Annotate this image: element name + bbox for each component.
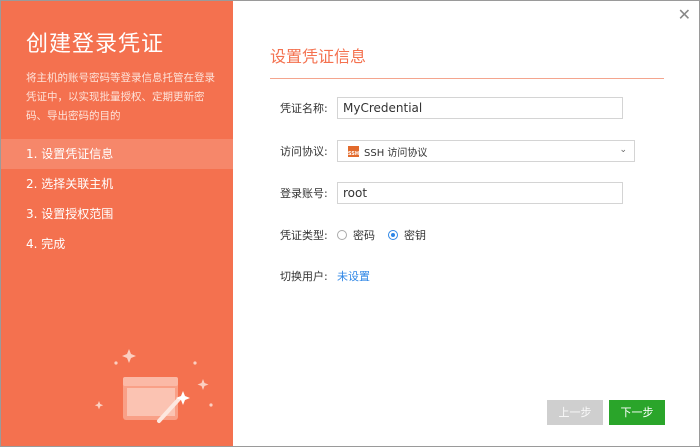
step-4[interactable]: 4. 完成 — [1, 229, 233, 259]
wizard-main: ✕ 设置凭证信息 凭证名称: MyCredential 访问协议: SSH SS… — [233, 1, 699, 446]
next-button[interactable]: 下一步 — [609, 400, 665, 425]
sidebar-title: 创建登录凭证 — [26, 32, 165, 57]
create-credential-dialog: 创建登录凭证 将主机的账号密码等登录信息托管在登录凭证中，以实现批量授权、定期更… — [0, 0, 700, 447]
protocol-select[interactable]: SSH SSH 访问协议 ⌄ — [337, 140, 635, 162]
radio-checked-icon — [388, 230, 398, 240]
step-1[interactable]: 1. 设置凭证信息 — [1, 139, 233, 169]
type-password-radio[interactable]: 密码 — [337, 227, 375, 243]
section-divider — [270, 78, 664, 79]
protocol-label: 访问协议: — [280, 145, 328, 158]
step-2[interactable]: 2. 选择关联主机 — [1, 169, 233, 199]
switch-user-row: 切换用户: 未设置 — [280, 265, 370, 287]
close-icon[interactable]: ✕ — [678, 5, 691, 24]
prev-button[interactable]: 上一步 — [547, 400, 603, 425]
sidebar-description: 将主机的账号密码等登录信息托管在登录凭证中，以实现批量授权、定期更新密码、导出密… — [26, 72, 215, 122]
credential-name-input[interactable]: MyCredential — [337, 97, 623, 119]
ssh-icon: SSH — [348, 145, 359, 157]
protocol-row: 访问协议: SSH SSH 访问协议 ⌄ — [280, 140, 635, 162]
chevron-down-icon: ⌄ — [619, 145, 627, 155]
protocol-value: SSH 访问协议 — [364, 147, 428, 159]
magic-wand-window-icon — [94, 349, 213, 423]
type-label: 凭证类型: — [280, 229, 328, 242]
account-label: 登录账号: — [280, 187, 328, 200]
login-account-input[interactable]: root — [337, 182, 623, 204]
section-title: 设置凭证信息 — [270, 47, 367, 66]
type-key-label: 密钥 — [404, 229, 426, 242]
wizard-steps: 1. 设置凭证信息 2. 选择关联主机 3. 设置授权范围 4. 完成 — [1, 139, 233, 259]
name-label: 凭证名称: — [280, 102, 328, 115]
switch-user-label: 切换用户: — [280, 270, 328, 283]
type-row: 凭证类型: 密码 密钥 — [280, 224, 439, 246]
radio-unchecked-icon — [337, 230, 347, 240]
name-row: 凭证名称: MyCredential — [280, 97, 623, 119]
step-3[interactable]: 3. 设置授权范围 — [1, 199, 233, 229]
type-password-label: 密码 — [353, 229, 375, 242]
type-key-radio[interactable]: 密钥 — [388, 227, 426, 243]
account-row: 登录账号: root — [280, 182, 623, 204]
wizard-sidebar: 创建登录凭证 将主机的账号密码等登录信息托管在登录凭证中，以实现批量授权、定期更… — [1, 1, 233, 446]
switch-user-link[interactable]: 未设置 — [337, 268, 370, 284]
